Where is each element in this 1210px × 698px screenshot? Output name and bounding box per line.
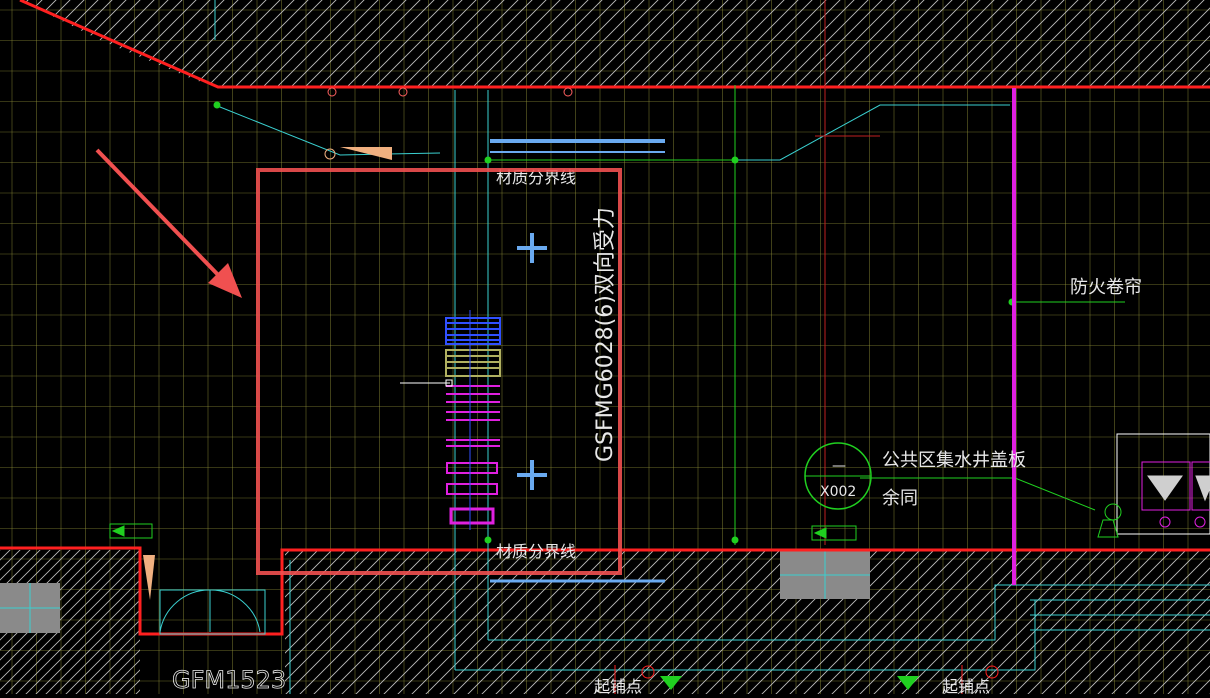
cad-drawing-canvas[interactable]: 材质分界线 材质分界线 GSFMG6028(6)双向受力 防火卷帘 公共区集水井… xyxy=(0,0,1210,696)
fire-shutter-label: 防火卷帘 xyxy=(1070,277,1142,298)
highlight-rectangle xyxy=(256,168,622,575)
sump-cover-label: 公共区集水井盖板 xyxy=(882,450,1026,471)
door-swing xyxy=(159,589,261,633)
green-flag-icon xyxy=(109,523,857,541)
orange-door-marker-icon xyxy=(143,555,155,600)
red-arrow-icon xyxy=(95,148,242,298)
anchor-label-1: 起铺点 xyxy=(594,677,642,694)
tag-top-text: — xyxy=(832,458,846,474)
orange-marker-icon xyxy=(340,147,392,160)
same-as-label: 余同 xyxy=(882,488,918,509)
anchor-label-2: 起铺点 xyxy=(942,677,990,694)
boundary-label-bottom: 材质分界线 xyxy=(496,542,576,561)
door-code-label: GFM1523 xyxy=(172,666,286,694)
boundary-blue-lines xyxy=(490,139,665,583)
top-small-circles xyxy=(327,87,573,97)
tag-id-text: X002 xyxy=(820,484,856,500)
door-hardware-stack xyxy=(400,310,501,530)
plus-marker-icon xyxy=(517,233,547,490)
door-type-label: GSFMG6028(6)双向受力 xyxy=(593,207,618,462)
cad-viewport[interactable]: 材质分界线 材质分界线 GSFMG6028(6)双向受力 防火卷帘 公共区集水井… xyxy=(0,0,1210,696)
equipment-pump-box xyxy=(1097,433,1210,538)
hatch-top xyxy=(20,0,1210,87)
